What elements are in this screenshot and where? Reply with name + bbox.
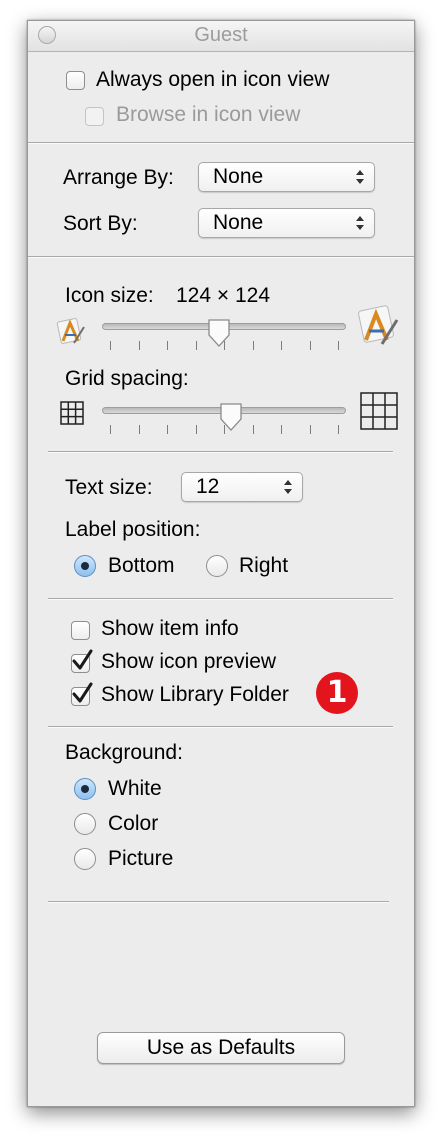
background-picture-radio[interactable]	[74, 848, 96, 870]
large-app-icon	[358, 305, 399, 345]
browse-icon-view-label: Browse in icon view	[116, 103, 301, 126]
browse-icon-view-checkbox[interactable]	[85, 107, 104, 126]
background-white-label: White	[108, 777, 162, 800]
slider-tick	[110, 341, 111, 350]
background-picture-label: Picture	[108, 847, 174, 870]
text-size-label: Text size:	[65, 476, 153, 499]
icon-size-value: 124 × 124	[176, 284, 271, 307]
slider-tick	[338, 425, 339, 434]
popup-arrows-icon	[356, 216, 364, 230]
slider-tick	[309, 341, 311, 350]
sort-by-label: Sort By:	[63, 212, 138, 235]
slider-tick	[110, 425, 111, 434]
arrange-by-value: None	[213, 165, 264, 188]
slider-tick	[281, 425, 282, 434]
sort-by-value: None	[213, 211, 264, 234]
slider-tick	[138, 341, 140, 350]
text-size-popup[interactable]: 12	[181, 472, 303, 502]
label-position-label: Label position:	[65, 518, 201, 541]
slider-tick	[195, 425, 197, 434]
label-position-right-label: Right	[239, 554, 289, 577]
label-position-bottom-label: Bottom	[108, 554, 175, 577]
slider-tick	[252, 341, 254, 350]
icon-size-slider-thumb[interactable]	[206, 318, 232, 348]
small-grid-icon	[60, 401, 84, 425]
popup-arrows-icon	[284, 480, 292, 494]
large-grid-icon	[360, 392, 398, 430]
arrange-by-label: Arrange By:	[63, 166, 174, 189]
popup-arrows-icon	[356, 170, 364, 184]
separator	[48, 901, 389, 903]
show-icon-preview-checkbox[interactable]	[71, 649, 93, 673]
slider-tick	[138, 425, 140, 434]
checkmark-icon	[72, 682, 93, 703]
separator	[28, 256, 414, 258]
background-color-label: Color	[108, 812, 159, 835]
show-icon-preview-label: Show icon preview	[101, 650, 277, 673]
label-position-bottom-radio[interactable]	[74, 555, 96, 577]
slider-tick	[167, 341, 168, 350]
sort-by-popup[interactable]: None	[198, 208, 375, 238]
show-library-folder-checkbox[interactable]	[71, 682, 93, 706]
show-item-info-checkbox[interactable]	[71, 621, 90, 640]
separator	[48, 726, 393, 728]
always-open-icon-view-checkbox[interactable]	[66, 71, 85, 90]
slider-tick	[252, 425, 254, 434]
slider-tick	[309, 425, 311, 434]
icon-size-label: Icon size:	[65, 284, 154, 307]
grid-spacing-label: Grid spacing:	[65, 367, 189, 390]
always-open-icon-view-label: Always open in icon view	[96, 68, 330, 91]
callout-number-badge: 1	[316, 672, 358, 714]
slider-tick	[281, 341, 282, 350]
separator	[28, 142, 414, 144]
grid-spacing-slider-thumb[interactable]	[218, 402, 244, 432]
title-bar[interactable]: Guest	[28, 21, 414, 52]
window-title: Guest	[194, 24, 248, 46]
view-options-window: Guest Always open in icon view Browse in…	[27, 20, 415, 1107]
show-library-folder-label: Show Library Folder	[101, 683, 289, 706]
label-position-right-radio[interactable]	[206, 555, 228, 577]
background-color-radio[interactable]	[74, 813, 96, 835]
text-size-value: 12	[196, 475, 220, 498]
slider-tick	[195, 341, 197, 350]
small-app-icon	[56, 318, 85, 344]
slider-tick	[167, 425, 168, 434]
background-white-radio[interactable]	[74, 778, 96, 800]
slider-tick	[338, 341, 339, 350]
separator	[48, 598, 393, 600]
background-label: Background:	[65, 741, 183, 764]
checkmark-icon	[72, 649, 93, 670]
separator	[48, 451, 393, 453]
arrange-by-popup[interactable]: None	[198, 162, 375, 192]
show-item-info-label: Show item info	[101, 617, 239, 640]
use-as-defaults-button[interactable]: Use as Defaults	[97, 1032, 345, 1064]
